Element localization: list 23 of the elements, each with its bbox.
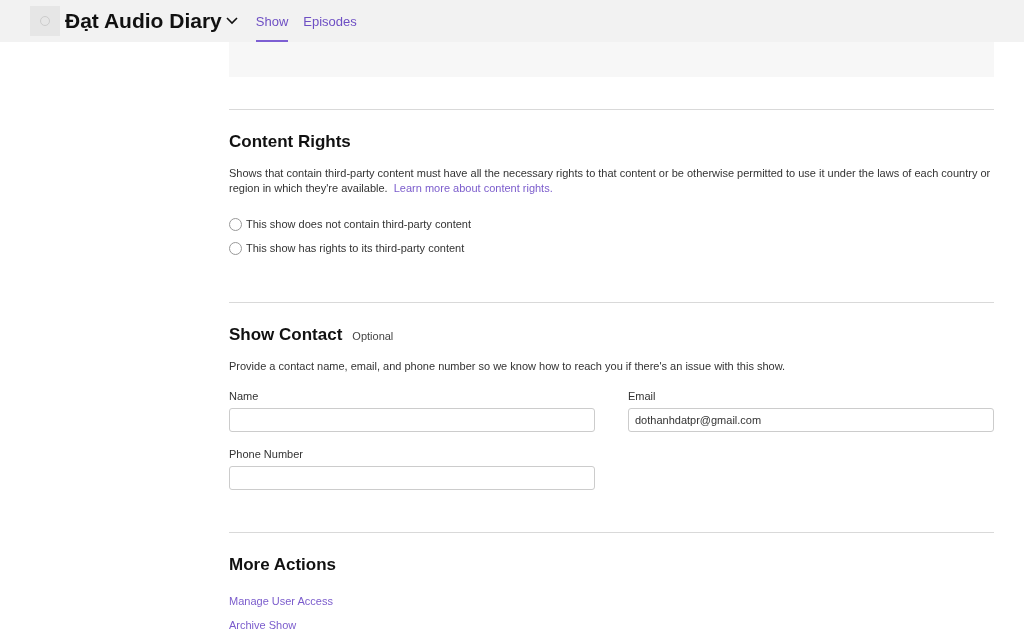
field-label: Phone Number (229, 448, 304, 460)
nav-tab[interactable]: Episodes (303, 0, 357, 42)
field-label: Email (628, 390, 657, 402)
optional-label: Optional (352, 330, 394, 342)
input-field[interactable] (229, 466, 595, 490)
learn-more-link[interactable]: Learn more about content rights. (393, 182, 553, 194)
input-field[interactable] (229, 408, 595, 432)
section-heading: More Actions (229, 555, 338, 575)
show-artwork-icon (30, 6, 60, 36)
radio-label: This show has rights to its third-party content (246, 242, 465, 254)
chevron-down-icon[interactable] (225, 17, 238, 25)
show-title: Đạt Audio Diary (65, 9, 222, 33)
input-field[interactable]: dothanhdatpr@gmail.com (628, 408, 994, 432)
action-link[interactable]: Manage User Access (229, 595, 333, 607)
section-heading: Show Contact (229, 325, 343, 345)
section-heading: Content Rights (229, 132, 352, 152)
description-text: Provide a contact name, email, and phone number so we know how to reach you if there's an issue with this show. (229, 359, 787, 374)
description-text: Shows that contain third-party content must have all the necessary rights to that content or be otherwise permitted to use it under the laws of each country or region in which they're available. Learn more about content rights. (229, 166, 992, 196)
field-label: Name (229, 390, 260, 402)
action-link[interactable]: Archive Show (229, 619, 297, 631)
radio-label: This show does not contain third-party content (246, 218, 471, 230)
radio-button[interactable] (229, 217, 242, 231)
radio-button[interactable] (229, 241, 242, 255)
